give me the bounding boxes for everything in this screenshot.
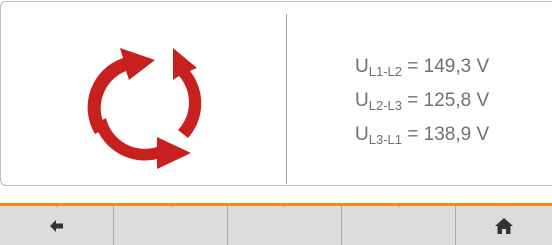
- button-notch: [394, 203, 403, 207]
- reading-symbol: U: [355, 90, 369, 111]
- measurement-panel: UL1-L2 = 149,3 V UL2-L3 = 125,8 V UL3-L1…: [0, 1, 552, 186]
- voltage-reading-l3-l1: UL3-L1 = 138,9 V: [355, 118, 489, 152]
- voltage-reading-l1-l2: UL1-L2 = 149,3 V: [355, 50, 489, 84]
- reading-symbol: U: [355, 124, 369, 145]
- home-button[interactable]: [456, 203, 552, 245]
- nav-button-3[interactable]: [228, 203, 342, 245]
- reading-value: = 125,8 V: [407, 90, 490, 111]
- reading-subscript: L1-L2: [368, 64, 402, 79]
- reading-symbol: U: [355, 56, 369, 77]
- voltage-reading-l2-l3: UL2-L3 = 125,8 V: [355, 84, 489, 118]
- back-button[interactable]: [0, 203, 114, 245]
- reading-value: = 149,3 V: [407, 56, 490, 77]
- reading-subscript: L3-L1: [368, 132, 402, 147]
- button-notch: [280, 203, 289, 207]
- nav-button-4[interactable]: [342, 203, 456, 245]
- voltage-readings: UL1-L2 = 149,3 V UL2-L3 = 125,8 V UL3-L1…: [355, 50, 489, 152]
- reading-subscript: L2-L3: [368, 98, 402, 113]
- bottom-navigation-bar: [0, 203, 552, 245]
- button-notch: [500, 203, 508, 207]
- phase-sequence-screen: UL1-L2 = 149,3 V UL2-L3 = 125,8 V UL3-L1…: [0, 0, 552, 245]
- button-notch: [52, 203, 61, 207]
- back-arrow-icon: [49, 219, 63, 232]
- home-icon: [495, 217, 513, 234]
- button-notch: [166, 203, 175, 207]
- nav-button-2[interactable]: [114, 203, 228, 245]
- reading-value: = 138,9 V: [407, 124, 490, 145]
- phase-rotation-icon: [87, 48, 202, 169]
- panel-divider: [286, 14, 287, 184]
